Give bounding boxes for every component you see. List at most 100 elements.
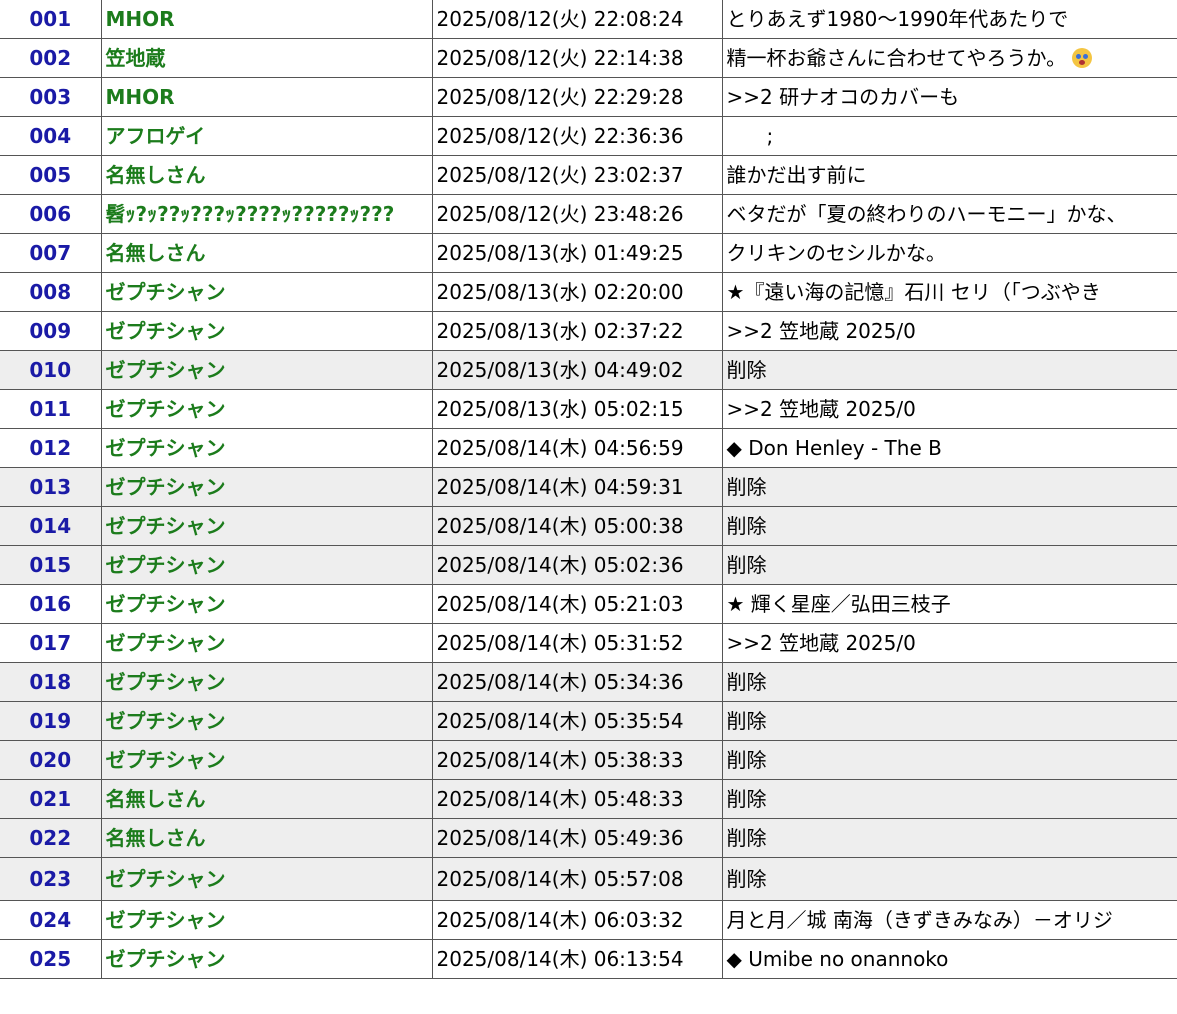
response-list-body: 001 MHOR 2025/08/12(火) 22:08:24 とりあえず198… xyxy=(0,0,1177,979)
poster-name: ゼプチシャン xyxy=(100,545,433,585)
poster-name: ゼプチシャン xyxy=(100,350,433,390)
post-body-excerpt[interactable]: 削除 xyxy=(721,467,1177,507)
post-body-excerpt[interactable]: 削除 xyxy=(721,506,1177,546)
post-body-text: クリキンのセシルかな。 xyxy=(726,241,946,265)
response-number-link[interactable]: 005 xyxy=(0,155,102,195)
post-body-excerpt[interactable]: 削除 xyxy=(721,818,1177,858)
screaming-face-emoji-icon xyxy=(1072,48,1093,68)
response-number-link[interactable]: 022 xyxy=(0,818,102,858)
poster-name: ゼプチシャン xyxy=(100,467,433,507)
post-timestamp: 2025/08/12(火) 23:02:37 xyxy=(431,155,723,195)
post-body-excerpt[interactable]: 削除 xyxy=(721,701,1177,741)
post-body-excerpt[interactable]: ★『遠い海の記憶』石川 セリ（「つぶやき xyxy=(721,272,1177,312)
response-row: 006 髫ｯ?ｯ??ｯ???ｯ????ｯ?????ｯ??? 2025/08/12… xyxy=(0,194,1177,234)
response-number-link[interactable]: 009 xyxy=(0,311,102,351)
response-number-link[interactable]: 003 xyxy=(0,77,102,117)
response-list-table: 001 MHOR 2025/08/12(火) 22:08:24 とりあえず198… xyxy=(0,0,1177,979)
post-body-excerpt[interactable]: 削除 xyxy=(721,662,1177,702)
response-row: 021 名無しさん 2025/08/14(木) 05:48:33 削除 xyxy=(0,779,1177,819)
response-row: 017 ゼプチシャン 2025/08/14(木) 05:31:52 >>2 笠地… xyxy=(0,623,1177,663)
post-body-excerpt[interactable]: 誰かだ出す前に xyxy=(721,155,1177,195)
response-number-link[interactable]: 013 xyxy=(0,467,102,507)
post-timestamp: 2025/08/14(木) 05:00:38 xyxy=(431,506,723,546)
poster-name: ゼプチシャン xyxy=(100,428,433,468)
response-number-link[interactable]: 021 xyxy=(0,779,102,819)
response-row: 016 ゼプチシャン 2025/08/14(木) 05:21:03 ★ 輝く星座… xyxy=(0,584,1177,624)
response-number-link[interactable]: 016 xyxy=(0,584,102,624)
response-number-link[interactable]: 024 xyxy=(0,900,102,940)
post-body-excerpt[interactable]: ◆ Umibe no onannoko xyxy=(721,939,1177,979)
response-number-link[interactable]: 017 xyxy=(0,623,102,663)
response-number-link[interactable]: 012 xyxy=(0,428,102,468)
response-number-link[interactable]: 020 xyxy=(0,740,102,780)
post-body-excerpt[interactable]: >>2 笠地蔵 2025/0 xyxy=(721,623,1177,663)
post-body-excerpt[interactable]: 削除 xyxy=(721,350,1177,390)
post-body-excerpt[interactable]: >>2 笠地蔵 2025/0 xyxy=(721,311,1177,351)
response-row: 011 ゼプチシャン 2025/08/13(水) 05:02:15 >>2 笠地… xyxy=(0,389,1177,429)
post-body-excerpt[interactable]: 月と月／城 南海（きずきみなみ）－オリジ xyxy=(721,900,1177,940)
post-body-excerpt[interactable]: 削除 xyxy=(721,740,1177,780)
poster-name: MHOR xyxy=(100,0,433,39)
response-number-link[interactable]: 019 xyxy=(0,701,102,741)
response-number-link[interactable]: 010 xyxy=(0,350,102,390)
post-body-excerpt[interactable]: >>2 研ナオコのカバーも xyxy=(721,77,1177,117)
post-timestamp: 2025/08/14(木) 05:31:52 xyxy=(431,623,723,663)
poster-name: ゼプチシャン xyxy=(100,857,433,901)
response-number-link[interactable]: 008 xyxy=(0,272,102,312)
poster-name: ゼプチシャン xyxy=(100,900,433,940)
post-body-excerpt[interactable]: 削除 xyxy=(721,545,1177,585)
post-timestamp: 2025/08/14(木) 05:21:03 xyxy=(431,584,723,624)
post-timestamp: 2025/08/14(木) 05:02:36 xyxy=(431,545,723,585)
response-number-link[interactable]: 014 xyxy=(0,506,102,546)
response-number-link[interactable]: 001 xyxy=(0,0,102,39)
poster-name: ゼプチシャン xyxy=(100,311,433,351)
response-row: 023 ゼプチシャン 2025/08/14(木) 05:57:08 削除 xyxy=(0,857,1177,901)
response-number-link[interactable]: 004 xyxy=(0,116,102,156)
response-number-link[interactable]: 006 xyxy=(0,194,102,234)
post-body-text: >>2 笠地蔵 2025/0 xyxy=(726,631,916,655)
post-body-excerpt[interactable]: とりあえず1980～1990年代あたりで xyxy=(721,0,1177,39)
response-number-link[interactable]: 007 xyxy=(0,233,102,273)
post-body-text: >>2 笠地蔵 2025/0 xyxy=(726,397,916,421)
post-body-text: ベタだが「夏の終わりのハーモニー」かな、 xyxy=(726,202,1127,226)
poster-name: ゼプチシャン xyxy=(100,584,433,624)
response-number-link[interactable]: 015 xyxy=(0,545,102,585)
post-body-text: ★『遠い海の記憶』石川 セリ（「つぶやき xyxy=(726,280,1101,304)
post-body-text: 削除 xyxy=(726,826,767,850)
poster-name: 名無しさん xyxy=(100,818,433,858)
post-body-excerpt[interactable]: 精一杯お爺さんに合わせてやろうか。 xyxy=(721,38,1177,78)
post-body-excerpt[interactable]: ★ 輝く星座／弘田三枝子 xyxy=(721,584,1177,624)
emoji-mouth xyxy=(1079,60,1086,65)
poster-name: ゼプチシャン xyxy=(100,389,433,429)
response-row: 022 名無しさん 2025/08/14(木) 05:49:36 削除 xyxy=(0,818,1177,858)
response-number-link[interactable]: 002 xyxy=(0,38,102,78)
response-row: 007 名無しさん 2025/08/13(水) 01:49:25 クリキンのセシ… xyxy=(0,233,1177,273)
response-number-link[interactable]: 025 xyxy=(0,939,102,979)
post-body-excerpt[interactable]: クリキンのセシルかな。 xyxy=(721,233,1177,273)
post-body-text: 月と月／城 南海（きずきみなみ）－オリジ xyxy=(726,908,1113,932)
response-number-link[interactable]: 023 xyxy=(0,857,102,901)
post-timestamp: 2025/08/13(水) 04:49:02 xyxy=(431,350,723,390)
response-row: 005 名無しさん 2025/08/12(火) 23:02:37 誰かだ出す前に xyxy=(0,155,1177,195)
post-body-text: ◆ Umibe no onannoko xyxy=(726,947,949,971)
post-timestamp: 2025/08/12(火) 22:36:36 xyxy=(431,116,723,156)
post-body-excerpt[interactable]: ◆ Don Henley - The B xyxy=(721,428,1177,468)
post-body-excerpt[interactable]: ベタだが「夏の終わりのハーモニー」かな、 xyxy=(721,194,1177,234)
post-timestamp: 2025/08/14(木) 05:35:54 xyxy=(431,701,723,741)
response-number-link[interactable]: 018 xyxy=(0,662,102,702)
post-timestamp: 2025/08/13(水) 02:20:00 xyxy=(431,272,723,312)
post-body-excerpt[interactable]: 削除 xyxy=(721,857,1177,901)
response-number-link[interactable]: 011 xyxy=(0,389,102,429)
response-row: 020 ゼプチシャン 2025/08/14(木) 05:38:33 削除 xyxy=(0,740,1177,780)
post-body-excerpt[interactable]: >>2 笠地蔵 2025/0 xyxy=(721,389,1177,429)
post-body-text: 削除 xyxy=(726,670,767,694)
post-body-text: >>2 研ナオコのカバーも xyxy=(726,85,960,109)
post-body-excerpt[interactable]: 削除 xyxy=(721,779,1177,819)
poster-name: MHOR xyxy=(100,77,433,117)
poster-name: ゼプチシャン xyxy=(100,939,433,979)
post-body-text: 削除 xyxy=(726,867,767,891)
response-row: 001 MHOR 2025/08/12(火) 22:08:24 とりあえず198… xyxy=(0,0,1177,39)
response-row: 015 ゼプチシャン 2025/08/14(木) 05:02:36 削除 xyxy=(0,545,1177,585)
post-body-excerpt[interactable]: ; xyxy=(721,116,1177,156)
post-timestamp: 2025/08/14(木) 05:48:33 xyxy=(431,779,723,819)
